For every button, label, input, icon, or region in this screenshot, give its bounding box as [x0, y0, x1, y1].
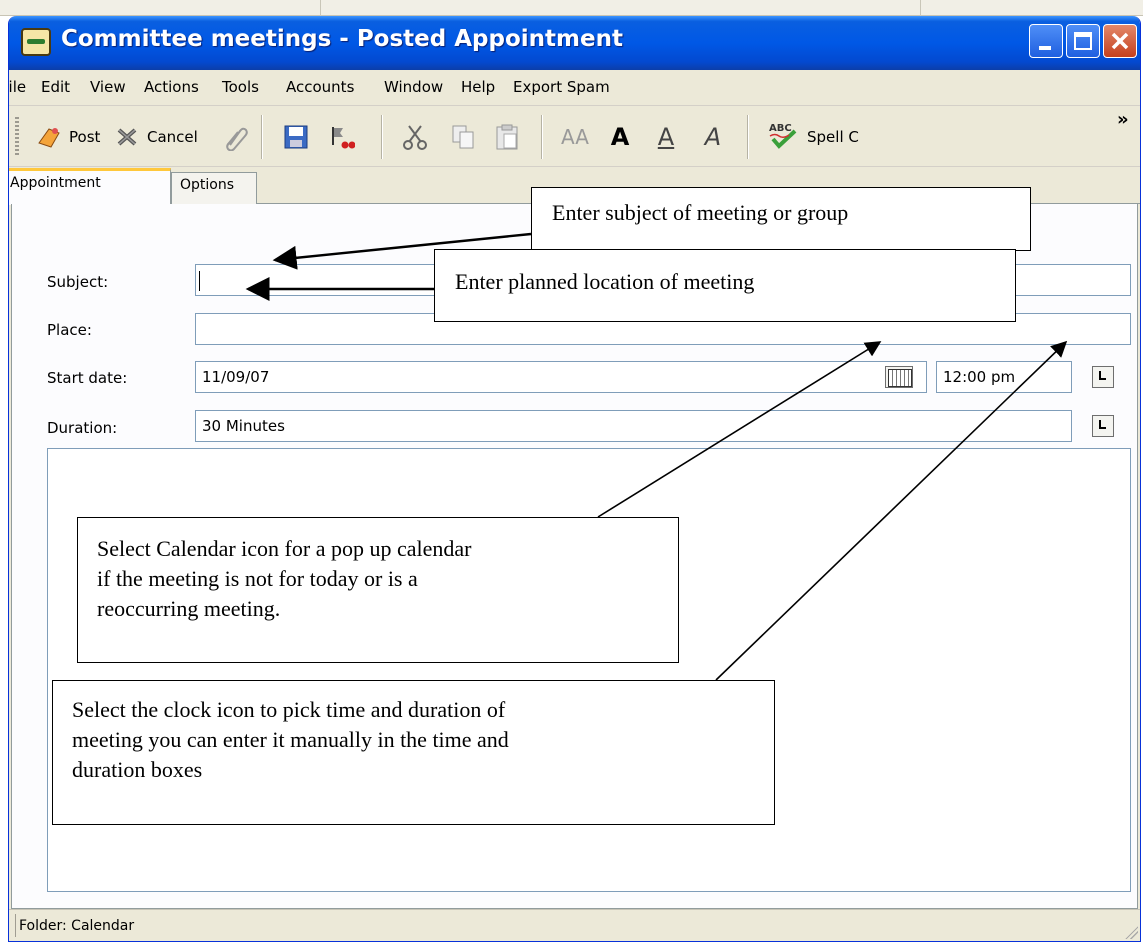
time-clock-button[interactable]	[1092, 366, 1114, 388]
underline-icon: A	[657, 123, 675, 151]
spell-check-button[interactable]: ABC Spell C	[767, 119, 859, 155]
cut-button[interactable]	[401, 119, 429, 155]
start-date-input[interactable]: 11/09/07	[195, 361, 927, 393]
cancel-button[interactable]: Cancel	[113, 119, 198, 155]
callout-subject-text: Enter subject of meeting or group	[552, 200, 849, 225]
callout-place: Enter planned location of meeting	[434, 249, 1016, 322]
post-button[interactable]: Post	[35, 119, 100, 155]
italic-button[interactable]: A	[699, 119, 727, 155]
place-label: Place:	[47, 321, 92, 339]
start-date-label: Start date:	[47, 369, 128, 387]
start-time-value: 12:00 pm	[943, 368, 1016, 386]
maximize-icon	[1074, 32, 1092, 50]
menu-accounts[interactable]: Accounts	[286, 78, 354, 96]
callout-clock: Select the clock icon to pick time and d…	[52, 680, 775, 825]
font-size-icon: AA	[561, 125, 589, 149]
toolbar-separator	[747, 115, 749, 159]
close-icon	[1111, 32, 1129, 50]
minimize-icon	[1039, 46, 1051, 50]
toolbar-overflow-chevron[interactable]: »	[1117, 109, 1129, 130]
start-date-value: 11/09/07	[202, 368, 270, 386]
flag-icon	[332, 127, 355, 149]
menu-view[interactable]: View	[90, 78, 126, 96]
menu-bar: File Edit View Actions Tools Accounts Wi…	[9, 70, 1140, 106]
start-time-input[interactable]: 12:00 pm	[936, 361, 1072, 393]
italic-icon: A	[704, 123, 722, 151]
scissors-icon	[403, 125, 427, 150]
toolbar-separator	[381, 115, 383, 159]
underline-button[interactable]: A	[652, 119, 680, 155]
bold-icon: A	[610, 123, 630, 151]
calendar-button[interactable]	[885, 366, 913, 388]
cancel-label: Cancel	[147, 128, 198, 146]
calendar-icon	[888, 369, 912, 387]
status-text: Folder: Calendar	[19, 918, 135, 934]
duration-label: Duration:	[47, 419, 118, 437]
menu-actions[interactable]: Actions	[144, 78, 199, 96]
duration-input[interactable]: 30 Minutes	[195, 410, 1072, 442]
attach-button[interactable]	[221, 119, 249, 155]
toolbar: Post Cancel AA A A A ABC Spell C »	[9, 107, 1140, 167]
spell-check-icon: ABC	[767, 123, 801, 151]
text-caret	[199, 271, 200, 291]
callout-calendar-line: Select Calendar icon for a pop up calend…	[97, 536, 472, 561]
background-divider	[320, 0, 321, 16]
post-label: Post	[69, 128, 101, 146]
cancel-icon	[117, 128, 137, 146]
maximize-button[interactable]	[1066, 24, 1100, 58]
minimize-button[interactable]	[1029, 24, 1063, 58]
flag-button[interactable]	[327, 119, 355, 155]
save-icon	[284, 125, 308, 149]
paste-icon	[496, 124, 518, 150]
bold-button[interactable]: A	[606, 119, 634, 155]
tab-options[interactable]: Options	[171, 172, 257, 204]
close-button[interactable]	[1103, 24, 1137, 58]
callout-calendar-line: if the meeting is not for today or is a	[97, 566, 418, 591]
callout-place-text: Enter planned location of meeting	[455, 269, 755, 294]
menu-help[interactable]: Help	[461, 78, 495, 96]
window-title: Committee meetings - Posted Appointment	[61, 26, 623, 52]
toolbar-separator	[541, 115, 543, 159]
background-strip	[0, 0, 1143, 16]
callout-clock-line: Select the clock icon to pick time and d…	[72, 697, 506, 722]
save-button[interactable]	[282, 119, 310, 155]
callout-subject: Enter subject of meeting or group	[531, 187, 1031, 251]
background-divider	[920, 0, 921, 16]
toolbar-separator	[261, 115, 263, 159]
paperclip-icon	[226, 127, 248, 151]
callout-clock-line: duration boxes	[72, 757, 203, 782]
duration-value: 30 Minutes	[202, 417, 285, 435]
post-icon	[38, 128, 60, 148]
menu-file[interactable]: File	[9, 78, 26, 96]
resize-grip[interactable]	[1122, 923, 1138, 939]
toolbar-grip[interactable]	[15, 117, 19, 157]
menu-tools[interactable]: Tools	[222, 78, 259, 96]
duration-clock-button[interactable]	[1092, 415, 1114, 437]
appointment-icon	[21, 28, 51, 56]
callout-calendar: Select Calendar icon for a pop up calend…	[77, 517, 679, 663]
menu-window[interactable]: Window	[384, 78, 443, 96]
callout-clock-line: meeting you can enter it manually in the…	[72, 727, 509, 752]
status-bar: Folder: Calendar	[9, 909, 1140, 941]
font-size-button[interactable]: AA	[561, 119, 589, 155]
menu-edit[interactable]: Edit	[41, 78, 70, 96]
copy-icon	[452, 125, 474, 149]
subject-label: Subject:	[47, 273, 109, 291]
title-bar[interactable]: Committee meetings - Posted Appointment	[9, 16, 1140, 70]
copy-button[interactable]	[449, 119, 477, 155]
menu-export-spam[interactable]: Export Spam	[513, 78, 610, 96]
spell-check-label: Spell C	[807, 128, 859, 146]
tab-appointment[interactable]: Appointment	[9, 168, 171, 205]
callout-calendar-line: reoccurring meeting.	[97, 596, 281, 621]
paste-button[interactable]	[493, 119, 521, 155]
notes-body-area[interactable]	[47, 448, 1131, 892]
